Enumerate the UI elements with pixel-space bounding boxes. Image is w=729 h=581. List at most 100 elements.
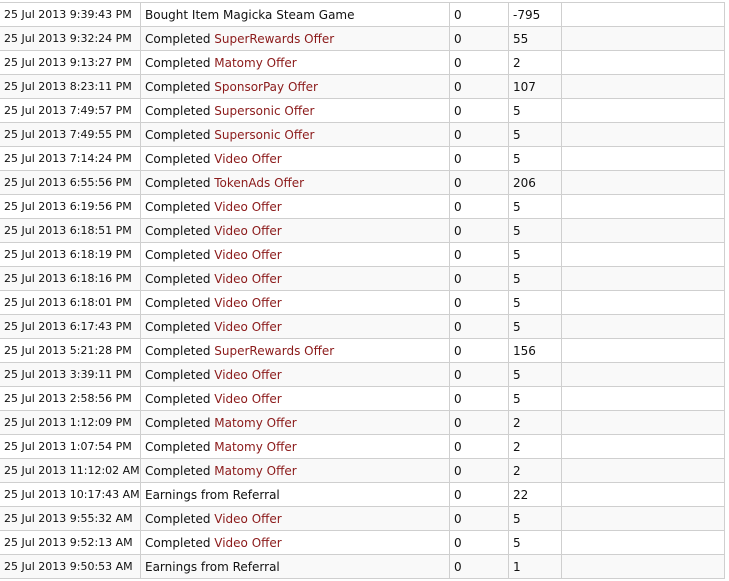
table-row: 25 Jul 2013 7:49:57 PM Completed Superso… (0, 98, 725, 123)
date-cell: 25 Jul 2013 1:12:09 PM (0, 410, 141, 435)
table-row: 25 Jul 2013 11:12:02 AM Completed Matomy… (0, 458, 725, 483)
description-text: Completed (145, 223, 215, 238)
date-cell: 25 Jul 2013 7:14:24 PM (0, 146, 141, 171)
table-row: 25 Jul 2013 6:55:56 PM Completed TokenAd… (0, 170, 725, 195)
table-row: 25 Jul 2013 1:07:54 PM Completed Matomy … (0, 434, 725, 459)
offer-link[interactable]: Video Offer (214, 152, 281, 166)
table-row: 25 Jul 2013 6:18:19 PM Completed Video O… (0, 242, 725, 267)
description-text: Completed (145, 415, 215, 430)
table-row: 25 Jul 2013 6:18:51 PM Completed Video O… (0, 218, 725, 243)
value-cell: 0 (449, 338, 509, 363)
table-row: 25 Jul 2013 9:50:53 AM Earnings from Ref… (0, 554, 725, 579)
description-cell: Completed Video Offer (140, 242, 450, 267)
date-cell: 25 Jul 2013 6:18:19 PM (0, 242, 141, 267)
offer-link[interactable]: SuperRewards Offer (214, 344, 334, 358)
value-cell: 0 (449, 26, 509, 51)
empty-cell (561, 146, 725, 171)
amount-cell: 5 (508, 266, 562, 291)
description-text: Completed (145, 535, 215, 550)
date-cell: 25 Jul 2013 8:23:11 PM (0, 74, 141, 99)
table-row: 25 Jul 2013 8:23:11 PM Completed Sponsor… (0, 74, 725, 99)
offer-link[interactable]: Matomy Offer (214, 56, 296, 70)
offer-link[interactable]: Video Offer (214, 224, 281, 238)
amount-cell: 2 (508, 50, 562, 75)
offer-link[interactable]: Video Offer (214, 296, 281, 310)
date-cell: 25 Jul 2013 6:17:43 PM (0, 314, 141, 339)
description-cell: Completed SuperRewards Offer (140, 338, 450, 363)
value-cell: 0 (449, 290, 509, 315)
description-cell: Completed Video Offer (140, 266, 450, 291)
description-cell: Completed Video Offer (140, 194, 450, 219)
offer-link[interactable]: Supersonic Offer (214, 128, 314, 142)
empty-cell (561, 194, 725, 219)
offer-link[interactable]: Video Offer (214, 320, 281, 334)
value-cell: 0 (449, 242, 509, 267)
description-cell: Completed SponsorPay Offer (140, 74, 450, 99)
date-cell: 25 Jul 2013 7:49:57 PM (0, 98, 141, 123)
offer-link[interactable]: SuperRewards Offer (214, 32, 334, 46)
offer-link[interactable]: Supersonic Offer (214, 104, 314, 118)
offer-link[interactable]: Video Offer (214, 272, 281, 286)
description-text: Completed (145, 343, 215, 358)
table-row: 25 Jul 2013 6:17:43 PM Completed Video O… (0, 314, 725, 339)
offer-link[interactable]: Video Offer (214, 512, 281, 526)
empty-cell (561, 98, 725, 123)
date-cell: 25 Jul 2013 11:12:02 AM (0, 458, 141, 483)
description-cell: Completed Video Offer (140, 530, 450, 555)
description-cell: Completed Video Offer (140, 314, 450, 339)
value-cell: 0 (449, 170, 509, 195)
description-text: Completed (145, 247, 215, 262)
description-text: Completed (145, 511, 215, 526)
amount-cell: 55 (508, 26, 562, 51)
description-cell: Completed Video Offer (140, 506, 450, 531)
description-text: Completed (145, 439, 215, 454)
table-row: 25 Jul 2013 3:39:11 PM Completed Video O… (0, 362, 725, 387)
date-cell: 25 Jul 2013 6:19:56 PM (0, 194, 141, 219)
amount-cell: 1 (508, 554, 562, 579)
amount-cell: 5 (508, 530, 562, 555)
amount-cell: 5 (508, 98, 562, 123)
table-row: 25 Jul 2013 6:18:16 PM Completed Video O… (0, 266, 725, 291)
amount-cell: 5 (508, 122, 562, 147)
empty-cell (561, 290, 725, 315)
offer-link[interactable]: Video Offer (214, 248, 281, 262)
offer-link[interactable]: TokenAds Offer (214, 176, 304, 190)
offer-link[interactable]: Video Offer (214, 392, 281, 406)
value-cell: 0 (449, 146, 509, 171)
transactions-table: 25 Jul 2013 9:39:43 PM Bought Item Magic… (0, 2, 725, 579)
empty-cell (561, 386, 725, 411)
table-row: 25 Jul 2013 9:39:43 PM Bought Item Magic… (0, 2, 725, 27)
offer-link[interactable]: Matomy Offer (214, 464, 296, 478)
offer-link[interactable]: Matomy Offer (214, 440, 296, 454)
date-cell: 25 Jul 2013 9:55:32 AM (0, 506, 141, 531)
date-cell: 25 Jul 2013 9:39:43 PM (0, 2, 141, 27)
amount-cell: 5 (508, 242, 562, 267)
amount-cell: 107 (508, 74, 562, 99)
date-cell: 25 Jul 2013 6:18:01 PM (0, 290, 141, 315)
description-text: Completed (145, 295, 215, 310)
description-cell: Completed TokenAds Offer (140, 170, 450, 195)
description-cell: Completed Supersonic Offer (140, 98, 450, 123)
description-text: Completed (145, 31, 215, 46)
amount-cell: 156 (508, 338, 562, 363)
offer-link[interactable]: SponsorPay Offer (214, 80, 318, 94)
empty-cell (561, 242, 725, 267)
offer-link[interactable]: Video Offer (214, 536, 281, 550)
date-cell: 25 Jul 2013 9:52:13 AM (0, 530, 141, 555)
offer-link[interactable]: Video Offer (214, 200, 281, 214)
value-cell: 0 (449, 362, 509, 387)
offer-link[interactable]: Video Offer (214, 368, 281, 382)
table-row: 25 Jul 2013 7:49:55 PM Completed Superso… (0, 122, 725, 147)
date-cell: 25 Jul 2013 5:21:28 PM (0, 338, 141, 363)
value-cell: 0 (449, 266, 509, 291)
description-text: Earnings from Referral (145, 559, 280, 574)
amount-cell: 5 (508, 314, 562, 339)
value-cell: 0 (449, 122, 509, 147)
offer-link[interactable]: Matomy Offer (214, 416, 296, 430)
empty-cell (561, 482, 725, 507)
description-text: Completed (145, 55, 215, 70)
description-cell: Bought Item Magicka Steam Game (140, 2, 450, 27)
empty-cell (561, 314, 725, 339)
date-cell: 25 Jul 2013 1:07:54 PM (0, 434, 141, 459)
amount-cell: 5 (508, 194, 562, 219)
